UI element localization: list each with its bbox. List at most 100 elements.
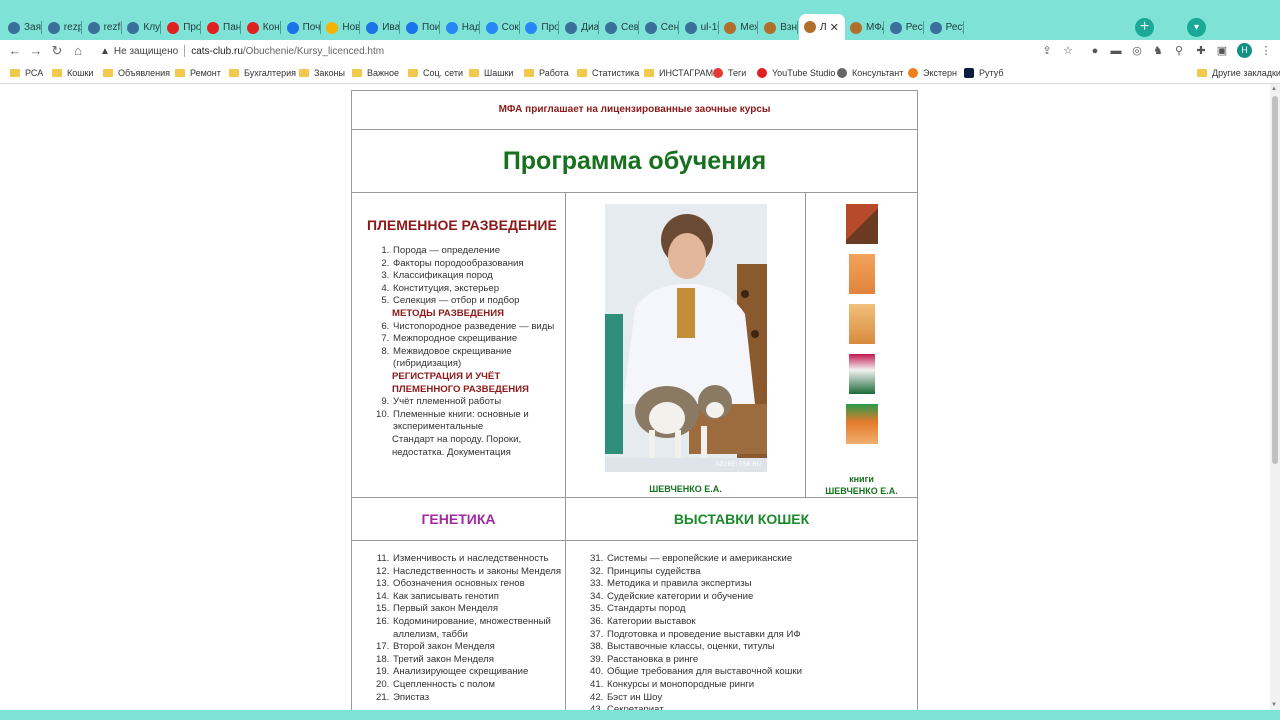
genetics-list: Изменчивость и наследственностьНаследств… <box>352 553 565 704</box>
tab[interactable]: Почт <box>282 16 321 39</box>
tab[interactable]: Ресу <box>885 16 924 39</box>
tab[interactable]: Пане <box>202 16 241 39</box>
bookmark-item[interactable]: Рутуб <box>964 67 1003 79</box>
book-cover-5[interactable] <box>845 404 878 444</box>
book-cover-2[interactable] <box>848 254 875 294</box>
book-cover-3[interactable] <box>848 304 875 344</box>
menu-icon[interactable]: ⋮ <box>1259 44 1273 58</box>
folder-icon <box>408 69 418 77</box>
tab[interactable]: Ресу <box>925 16 964 39</box>
shows-list: Системы — европейские и американскиеПрин… <box>566 553 917 710</box>
tab[interactable]: rezpc <box>43 16 82 39</box>
extension-icon[interactable]: ▬ <box>1109 44 1123 58</box>
bookmark-item[interactable]: Законы <box>299 67 345 79</box>
bookmark-item[interactable]: Соц. сети <box>408 67 463 79</box>
tab[interactable]: Взно <box>759 16 799 39</box>
forward-button[interactable]: → <box>27 42 45 60</box>
tab-label: Иван <box>382 22 401 33</box>
extension-icon[interactable]: ● <box>1088 44 1102 58</box>
tab[interactable]: Сокр <box>481 16 520 39</box>
list-item: Судейские категории и обучение <box>606 591 917 604</box>
tab[interactable]: Севе <box>600 16 639 39</box>
star-icon[interactable]: ☆ <box>1061 44 1075 58</box>
bookmark-label: Кошки <box>67 68 94 78</box>
tab[interactable]: Заявк <box>3 16 42 39</box>
bookmark-item[interactable]: ИНСТАГРАМ <box>644 67 713 79</box>
rutube-icon <box>964 68 974 78</box>
bookmark-item[interactable]: Бухгалтерия <box>229 67 296 79</box>
tab[interactable]: Прос <box>520 16 560 39</box>
tab-label: Пане <box>223 22 241 33</box>
tab[interactable]: Меж <box>719 16 759 39</box>
book-cover-4[interactable] <box>848 354 875 394</box>
tab[interactable]: Поис <box>401 16 440 39</box>
tab[interactable]: ul-10 <box>680 16 719 39</box>
tab[interactable]: Новс <box>321 16 361 39</box>
tab-label: Л <box>820 21 827 33</box>
scrollbar-thumb[interactable] <box>1272 96 1278 464</box>
shows-cell: Системы — европейские и американскиеПрин… <box>565 540 918 710</box>
bookmark-item[interactable]: Теги <box>713 67 746 79</box>
vertical-scrollbar[interactable]: ▲ ▼ <box>1270 84 1280 710</box>
book-cover-1[interactable] <box>845 204 878 244</box>
bookmark-item[interactable]: Консультант <box>837 67 903 79</box>
extension-icon[interactable]: ⚲ <box>1172 44 1186 58</box>
globe-icon <box>684 21 697 34</box>
bookmark-item[interactable]: Шашки <box>469 67 513 79</box>
scroll-down-icon[interactable]: ▼ <box>1271 702 1277 708</box>
bookmark-label: ИНСТАГРАМ <box>659 68 714 78</box>
bookmark-item[interactable]: YouTube Studio <box>757 67 835 79</box>
scroll-up-icon[interactable]: ▲ <box>1271 86 1277 92</box>
tab[interactable]: МФА <box>845 16 884 39</box>
close-icon[interactable]: ✕ <box>830 21 839 34</box>
tab[interactable]: Клуб <box>122 16 162 39</box>
home-button[interactable]: ⌂ <box>69 42 87 60</box>
bookmark-item[interactable]: Работа <box>524 67 569 79</box>
tab[interactable]: Сена <box>640 16 679 39</box>
tab[interactable]: Прос <box>162 16 202 39</box>
tab-label: Севе <box>621 22 639 33</box>
globe-icon <box>929 21 942 34</box>
bookmark-item[interactable]: Статистика <box>577 67 639 79</box>
list-item: Конкурсы и монопородные ринги <box>606 679 917 692</box>
genetics-cell: Изменчивость и наследственностьНаследств… <box>351 540 566 710</box>
tab-label: Ресу <box>945 22 964 33</box>
reload-button[interactable]: ↻ <box>48 42 66 60</box>
tab[interactable]: Диал <box>560 16 600 39</box>
profile-avatar[interactable]: Н <box>1237 43 1252 58</box>
photo-cell: AZURE\ TSK.RU ШЕВЧЕНКО Е.А. <box>565 192 806 498</box>
new-tab-button[interactable]: + <box>1135 18 1154 37</box>
bookmark-label: Соц. сети <box>423 68 464 78</box>
other-bookmarks[interactable]: Другие закладки <box>1197 67 1280 79</box>
folder-icon <box>229 69 239 77</box>
tab-active[interactable]: Л ✕ <box>799 14 845 40</box>
back-button[interactable]: ← <box>6 42 24 60</box>
bookmark-item[interactable]: Кошки <box>52 67 93 79</box>
list-item: Общие требования для выставочной кошки <box>606 666 917 679</box>
bookmark-item[interactable]: Объявления <box>103 67 170 79</box>
tab-search-button[interactable]: ▾ <box>1187 18 1206 37</box>
tab[interactable]: rezfs <box>83 16 122 39</box>
list-item: Третий закон Менделя <box>392 654 565 667</box>
genetics-heading: ГЕНЕТИКА <box>351 497 566 541</box>
sidepanel-icon[interactable]: ▣ <box>1215 44 1229 58</box>
globe-icon <box>47 21 60 34</box>
bookmark-item[interactable]: Экстерн <box>908 67 957 79</box>
puzzle-icon[interactable]: ✚ <box>1194 44 1208 58</box>
bookmark-item[interactable]: РСА <box>10 67 43 79</box>
list-item: Расстановка в ринге <box>606 654 917 667</box>
tab-label: rezpc <box>63 22 82 33</box>
tab-label: Конт <box>262 22 281 33</box>
tab[interactable]: Конт <box>242 16 281 39</box>
instructor-photo[interactable]: AZURE\ TSK.RU <box>604 204 767 472</box>
extension-icon[interactable]: ◎ <box>1130 44 1144 58</box>
tab[interactable]: Наде <box>441 16 480 39</box>
extension-icon[interactable]: ♞ <box>1151 44 1165 58</box>
divider <box>184 45 186 57</box>
bookmark-item[interactable]: Важное <box>352 67 399 79</box>
share-icon[interactable]: ⇪ <box>1040 44 1054 58</box>
address-bar[interactable]: ▲ Не защищено cats-club.ru/Obuchenie/Kur… <box>94 41 1084 61</box>
tab[interactable]: Иван <box>361 16 401 39</box>
bookmark-item[interactable]: Ремонт <box>175 67 221 79</box>
folder-icon <box>1197 69 1207 77</box>
